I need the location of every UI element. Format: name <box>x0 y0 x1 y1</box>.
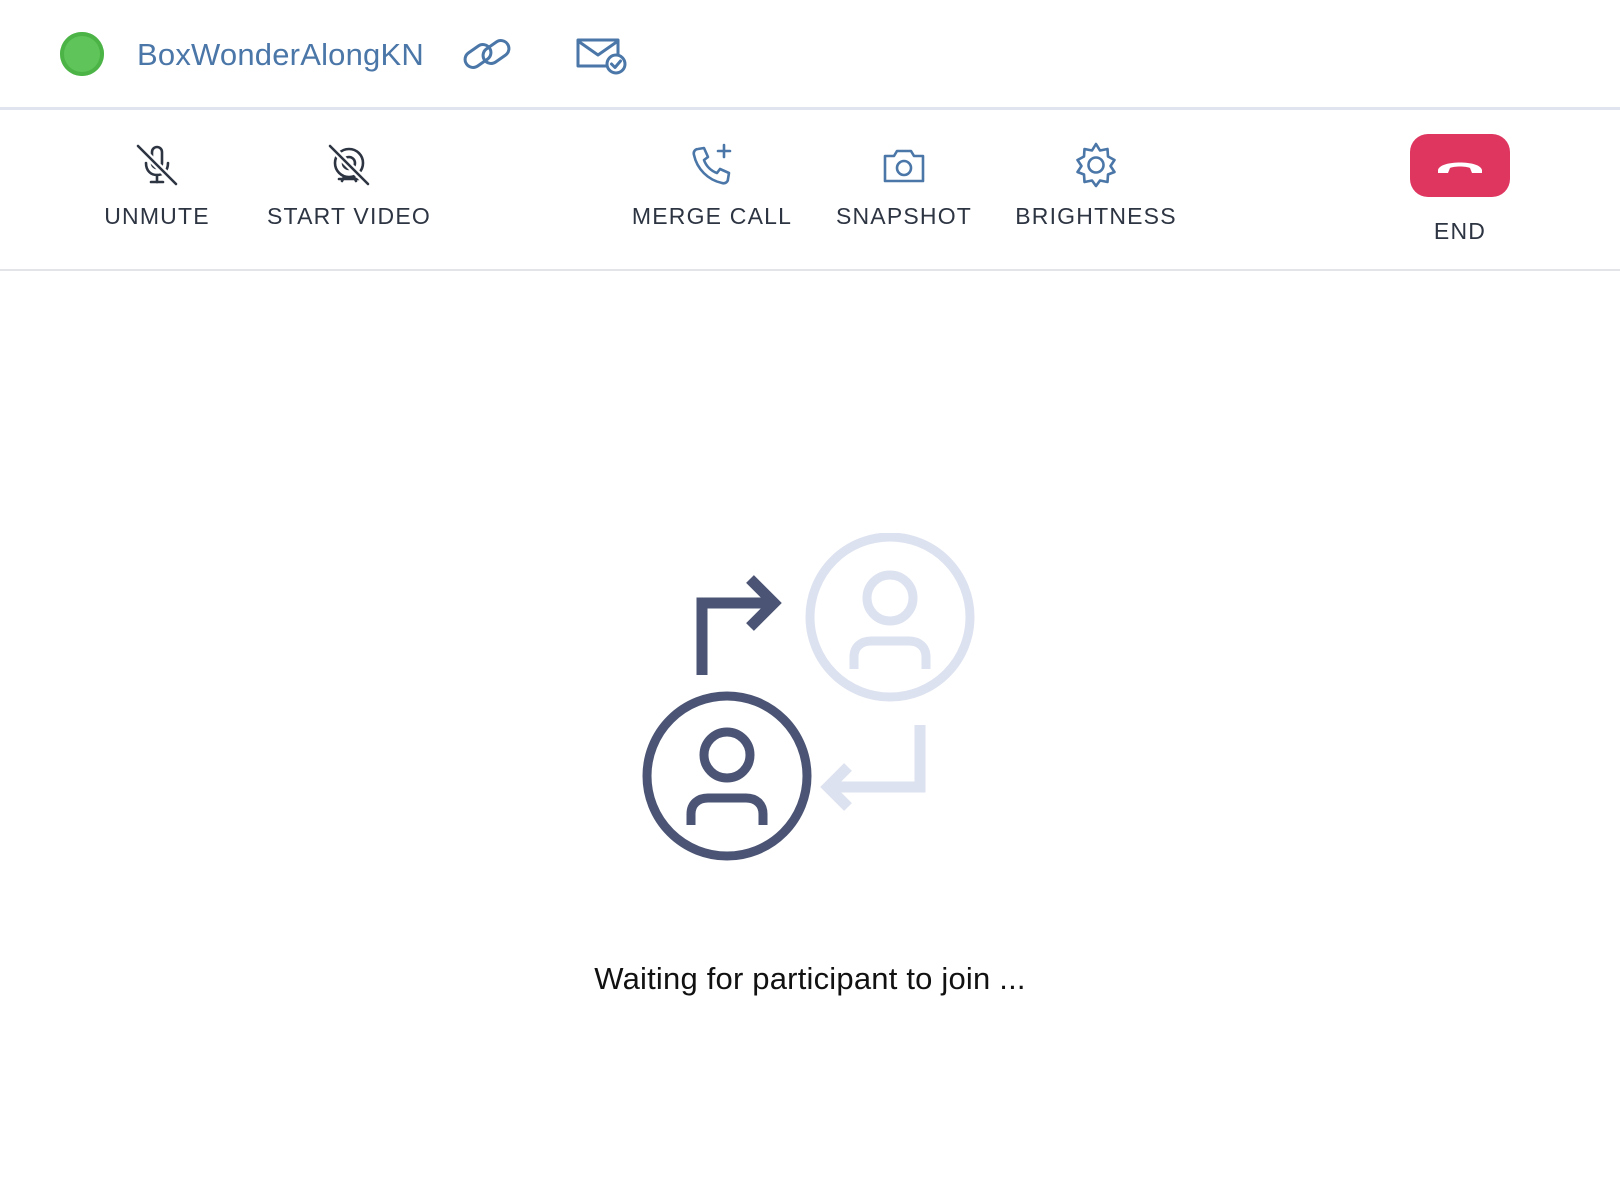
call-toolbar: UNMUTE START VIDEO MERGE CALL SNAPSHOT B… <box>0 113 1620 271</box>
mic-off-icon <box>133 141 181 189</box>
waiting-message: Waiting for participant to join ... <box>594 961 1026 996</box>
start-video-label: START VIDEO <box>266 203 431 229</box>
brightness-button[interactable]: BRIGHTNESS <box>1015 113 1177 271</box>
return-arrow-icon <box>820 725 926 811</box>
brightness-icon <box>1072 141 1120 189</box>
snapshot-label: SNAPSHOT <box>835 203 973 229</box>
status-indicator <box>60 32 104 76</box>
merge-call-label: MERGE CALL <box>631 203 793 229</box>
merge-call-button[interactable]: MERGE CALL <box>631 113 793 271</box>
snapshot-button[interactable]: SNAPSHOT <box>832 113 976 271</box>
brightness-label: BRIGHTNESS <box>1015 203 1177 229</box>
start-video-button[interactable]: START VIDEO <box>262 113 436 271</box>
video-off-icon <box>325 141 373 189</box>
remote-participant-icon <box>805 532 975 702</box>
link-icon[interactable] <box>460 32 514 76</box>
call-stage: Waiting for participant to join ... <box>0 271 1620 1182</box>
unmute-button[interactable]: UNMUTE <box>96 113 218 271</box>
header-bar: BoxWonderAlongKN <box>0 0 1620 110</box>
phone-add-icon <box>688 141 736 189</box>
room-name: BoxWonderAlongKN <box>137 37 424 72</box>
end-call-button[interactable]: END <box>1405 113 1515 271</box>
hang-up-icon <box>1438 162 1482 173</box>
participant-transfer-illustration <box>632 532 982 873</box>
local-participant-icon <box>642 691 812 861</box>
end-call-pill[interactable] <box>1410 134 1510 197</box>
forward-arrow-icon <box>696 575 782 675</box>
mail-check-icon[interactable] <box>574 33 628 77</box>
unmute-label: UNMUTE <box>104 203 210 229</box>
end-label: END <box>1433 218 1487 244</box>
camera-icon <box>880 141 928 189</box>
